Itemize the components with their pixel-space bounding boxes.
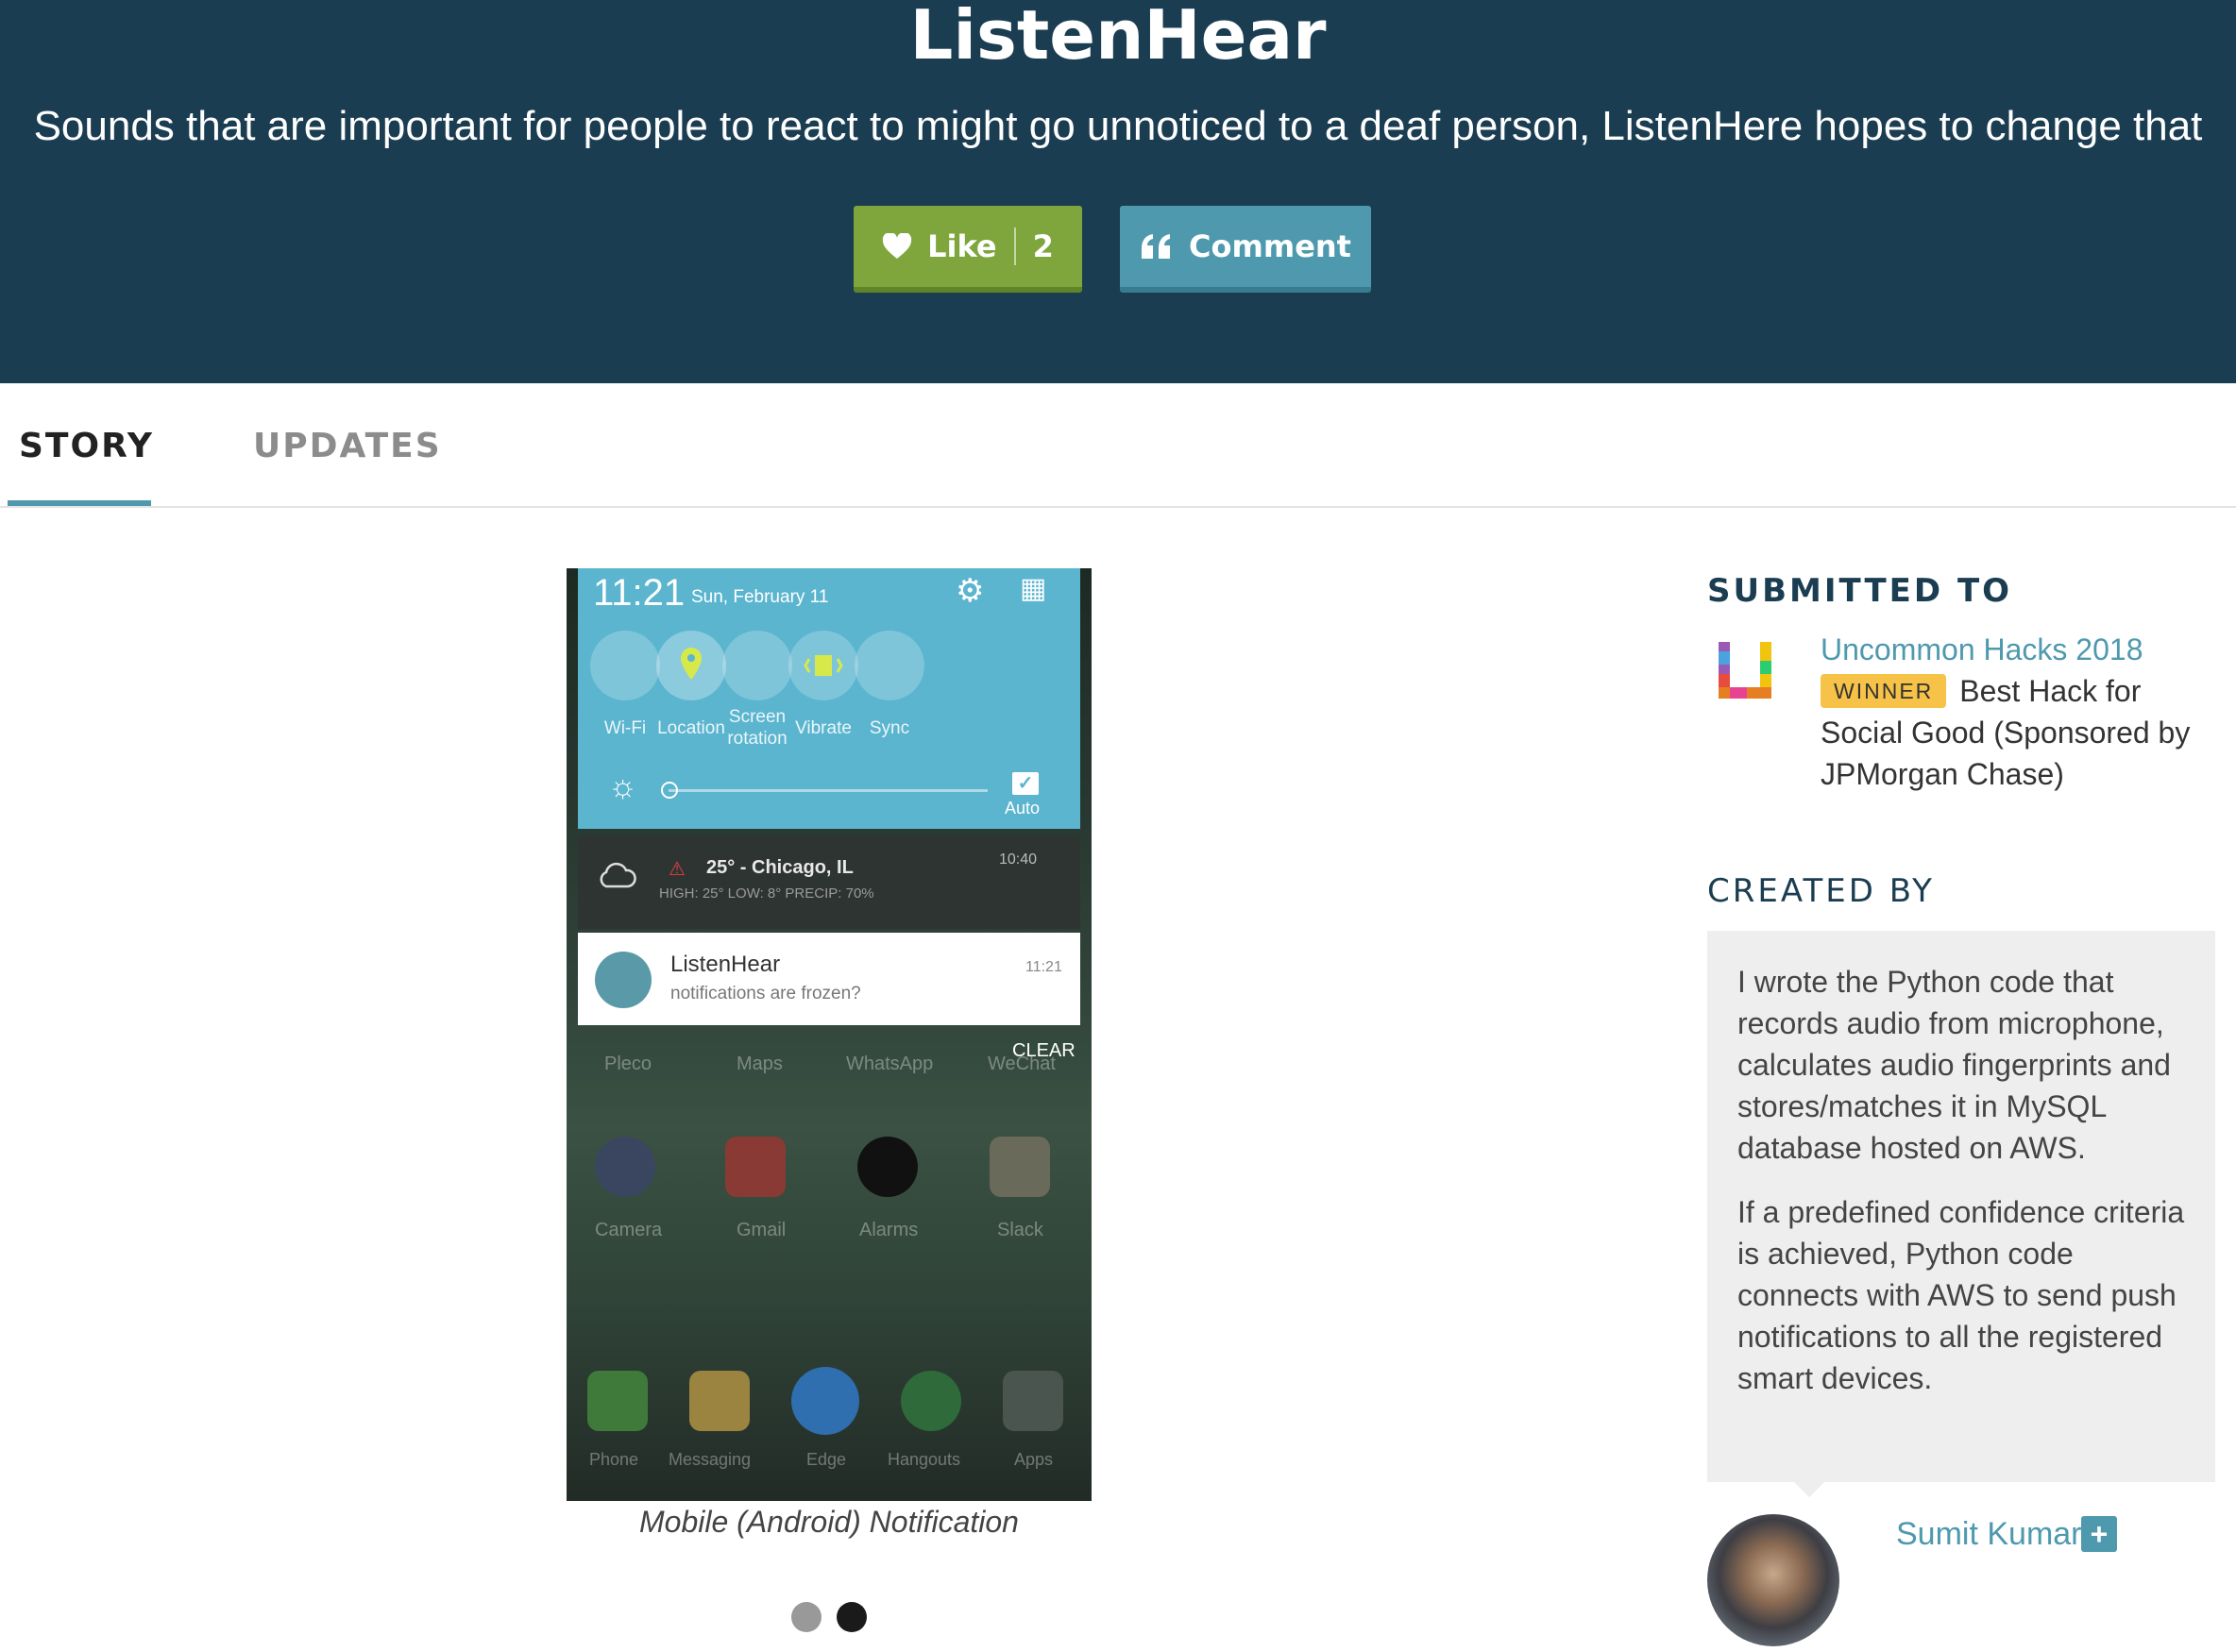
app-label: Alarms bbox=[859, 1220, 919, 1240]
tab-updates[interactable]: UPDATES bbox=[253, 427, 442, 465]
wifi-icon bbox=[590, 631, 660, 700]
gallery-dot-1[interactable] bbox=[791, 1602, 822, 1632]
gallery-dot-2[interactable] bbox=[837, 1602, 867, 1632]
cloud-icon bbox=[600, 862, 636, 888]
gear-icon: ⚙ bbox=[956, 573, 985, 609]
listenhear-notification: ListenHear notifications are frozen? 11:… bbox=[578, 933, 1080, 1025]
app-label: Apps bbox=[1014, 1450, 1054, 1469]
comment-button[interactable]: Comment bbox=[1120, 206, 1371, 293]
submission-info: Uncommon Hacks 2018 WINNER Best Hack for … bbox=[1821, 629, 2208, 795]
app-label: Hangouts bbox=[888, 1450, 961, 1469]
bubble-tail bbox=[1794, 1482, 1824, 1497]
like-label: Like bbox=[927, 228, 997, 264]
brightness-slider bbox=[669, 789, 988, 792]
qs-label-sync: Sync bbox=[869, 718, 910, 738]
app-label: Pleco bbox=[604, 1054, 652, 1074]
hangouts-icon bbox=[901, 1371, 961, 1431]
edge-icon bbox=[791, 1367, 859, 1435]
notification-app-name: ListenHear bbox=[670, 952, 781, 977]
active-tab-indicator bbox=[8, 500, 151, 506]
checkbox-icon: ✓ bbox=[1012, 772, 1039, 795]
project-title: ListenHear bbox=[909, 0, 1327, 75]
app-label: Gmail bbox=[737, 1220, 787, 1240]
weather-summary: 25° - Chicago, IL bbox=[706, 857, 854, 878]
warning-icon: ⚠ bbox=[669, 859, 686, 880]
weather-detail: HIGH: 25° LOW: 8° PRECIP: 70% bbox=[659, 885, 874, 902]
gallery-image[interactable]: 11:21 Sun, February 11 ⚙ ▦ Wi-Fi Locatio… bbox=[567, 568, 1092, 1501]
author-name-link[interactable]: Sumit Kumar bbox=[1896, 1516, 2082, 1553]
status-time: 11:21 bbox=[593, 572, 686, 614]
slack-icon bbox=[990, 1137, 1050, 1197]
app-label: Maps bbox=[737, 1054, 783, 1074]
notification-text: notifications are frozen? bbox=[670, 984, 861, 1003]
clock-icon bbox=[857, 1137, 918, 1197]
app-label: Slack bbox=[997, 1220, 1043, 1240]
app-label: WhatsApp bbox=[846, 1054, 934, 1074]
created-by-heading: CREATED BY bbox=[1707, 872, 1935, 910]
gmail-icon bbox=[725, 1137, 786, 1197]
quote-icon bbox=[1142, 234, 1171, 259]
app-label: Phone bbox=[589, 1450, 639, 1469]
location-icon bbox=[656, 631, 726, 700]
weather-notification: ⚠ 25° - Chicago, IL HIGH: 25° LOW: 8° PR… bbox=[578, 836, 1080, 929]
status-date: Sun, February 11 bbox=[691, 587, 829, 607]
app-label: WeChat bbox=[988, 1054, 1056, 1074]
rotation-icon bbox=[722, 631, 792, 700]
tab-story[interactable]: STORY bbox=[19, 427, 154, 465]
contribution-paragraph: If a predefined confidence criteria is a… bbox=[1737, 1195, 2185, 1395]
like-divider bbox=[1013, 228, 1016, 265]
gallery-caption: Mobile (Android) Notification bbox=[639, 1505, 1019, 1539]
camera-icon bbox=[595, 1137, 655, 1197]
grid-icon: ▦ bbox=[1020, 573, 1047, 604]
comment-label: Comment bbox=[1189, 228, 1351, 264]
hackathon-logo[interactable] bbox=[1719, 642, 1781, 700]
quick-settings-panel: 11:21 Sun, February 11 ⚙ ▦ Wi-Fi Locatio… bbox=[578, 568, 1080, 829]
winner-badge: WINNER bbox=[1821, 674, 1947, 708]
weather-time: 10:40 bbox=[999, 851, 1038, 868]
phone-icon bbox=[587, 1371, 648, 1431]
android-icon bbox=[595, 952, 652, 1008]
messaging-icon bbox=[689, 1371, 750, 1431]
follow-button[interactable]: + bbox=[2081, 1516, 2117, 1552]
project-header: ListenHear Sounds that are important for… bbox=[0, 0, 2236, 383]
hackathon-link[interactable]: Uncommon Hacks 2018 bbox=[1821, 629, 2208, 670]
like-count: 2 bbox=[1032, 228, 1054, 264]
heart-icon bbox=[883, 233, 912, 259]
brightness-icon: ☼ bbox=[608, 768, 638, 804]
notification-time: 11:21 bbox=[1025, 959, 1062, 975]
story-tabs: STORY UPDATES bbox=[0, 383, 2236, 508]
apps-grid-icon bbox=[1003, 1371, 1063, 1431]
app-label: Edge bbox=[806, 1450, 847, 1469]
vibrate-icon bbox=[788, 631, 858, 700]
submitted-to-heading: SUBMITTED TO bbox=[1707, 572, 2013, 610]
brightness-auto-label: Auto bbox=[1005, 799, 1041, 818]
app-label: Camera bbox=[595, 1220, 663, 1240]
sync-icon bbox=[855, 631, 924, 700]
brightness-knob bbox=[661, 782, 678, 799]
app-label: Messaging bbox=[669, 1450, 752, 1469]
contribution-bubble: I wrote the Python code that records aud… bbox=[1707, 931, 2215, 1482]
like-button[interactable]: Like 2 bbox=[854, 206, 1082, 293]
project-tagline: Sounds that are important for people to … bbox=[33, 103, 2203, 149]
contribution-paragraph: I wrote the Python code that records aud… bbox=[1737, 965, 2171, 1165]
avatar[interactable] bbox=[1707, 1514, 1839, 1646]
